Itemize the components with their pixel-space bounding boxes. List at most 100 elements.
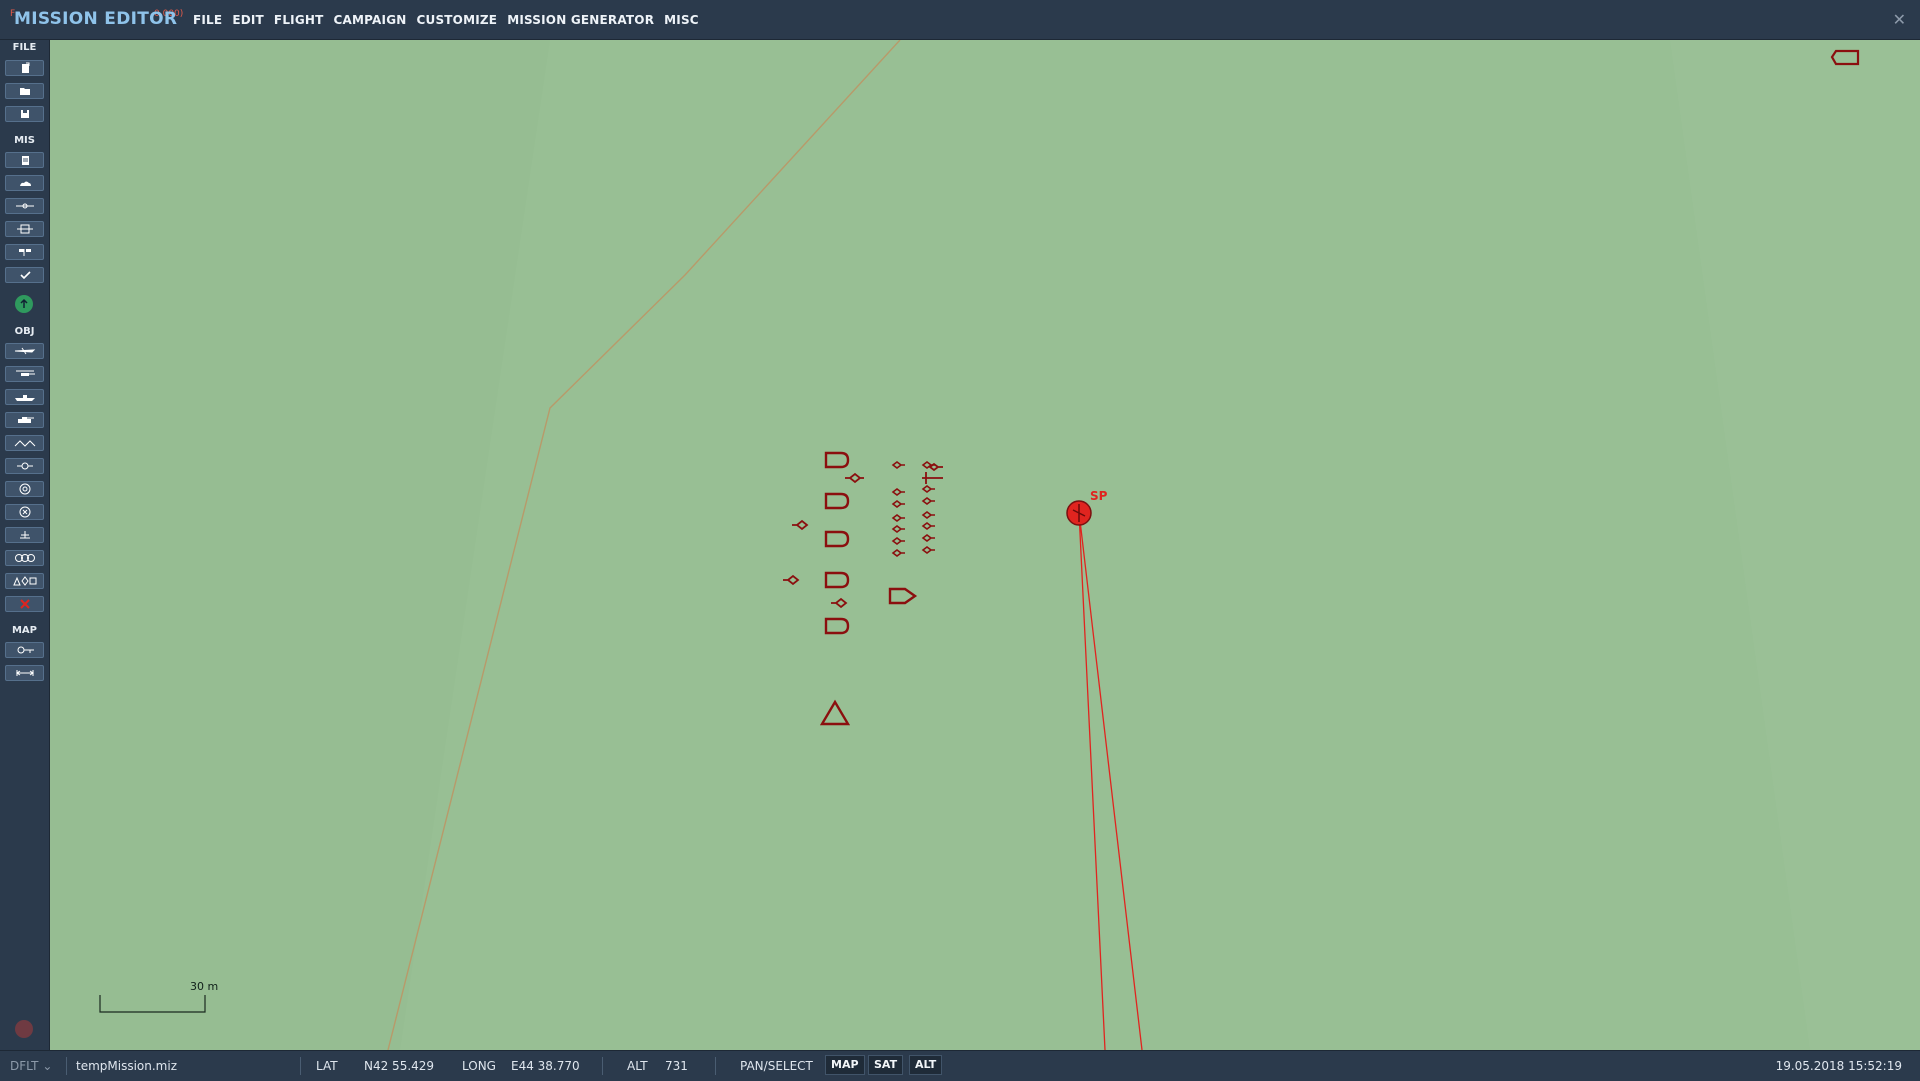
- route-line: [1078, 511, 1143, 1050]
- static-object-button[interactable]: [5, 435, 44, 451]
- trigger-zone-icon: [16, 462, 33, 470]
- route-button[interactable]: [15, 295, 33, 313]
- ruler-button[interactable]: [5, 665, 44, 681]
- map-mode-button[interactable]: MAP: [825, 1055, 865, 1075]
- delete-icon: [19, 599, 30, 609]
- exit-icon[interactable]: [15, 1020, 33, 1038]
- new-mission-button[interactable]: [5, 60, 44, 76]
- map-options-icon: [17, 646, 34, 654]
- profile-value: DFLT: [10, 1059, 39, 1073]
- vehicle-button[interactable]: [5, 412, 44, 428]
- navigation-point-button[interactable]: [5, 504, 44, 520]
- shapes-button[interactable]: [5, 573, 44, 589]
- mode-label: PAN/SELECT: [740, 1059, 813, 1073]
- menu-customize[interactable]: CUSTOMIZE: [417, 13, 498, 27]
- save-mission-button[interactable]: [5, 106, 44, 122]
- chevron-down-icon: ⌄: [42, 1059, 53, 1073]
- resources-button[interactable]: [5, 221, 44, 237]
- weather-button[interactable]: [5, 175, 44, 191]
- delete-button[interactable]: [5, 596, 44, 612]
- start-point-label: SP: [1090, 489, 1108, 503]
- alt-value: 731: [665, 1059, 688, 1073]
- terrain-shade-left: [50, 40, 550, 1050]
- status-bar: DFLT ⌄ tempMission.miz LAT N42 55.429 LO…: [0, 1050, 1920, 1081]
- template-icon: [19, 531, 30, 539]
- vehicle-unit-icon[interactable]: [824, 530, 850, 548]
- static-object-icon: [14, 440, 35, 447]
- vehicle-icon: [17, 417, 34, 423]
- start-point-waypoint[interactable]: [1066, 500, 1092, 526]
- lat-value: N42 55.429: [364, 1059, 435, 1073]
- map-options-button[interactable]: [5, 642, 44, 658]
- triggered-actions-icon: [15, 203, 34, 209]
- unit-group: [819, 451, 918, 726]
- goals-button[interactable]: [5, 244, 44, 260]
- divider: [602, 1057, 603, 1075]
- lat-label: LAT: [316, 1059, 338, 1073]
- section-mis-label: MIS: [14, 135, 35, 146]
- menu-edit[interactable]: EDIT: [232, 13, 264, 27]
- section-file-label: FILE: [12, 42, 37, 53]
- long-value: E44 38.770: [511, 1059, 580, 1073]
- menu-misc[interactable]: MISC: [664, 13, 699, 27]
- terrain-shade-right: [1670, 40, 1920, 1050]
- open-mission-button[interactable]: [5, 83, 44, 99]
- vehicle-unit-icon[interactable]: [824, 571, 850, 589]
- airplane-button[interactable]: [5, 343, 44, 359]
- left-toolbar: FILE MIS OBJ MAP: [0, 40, 50, 1050]
- shapes-icon: [12, 576, 36, 586]
- infantry-icon[interactable]: [831, 597, 848, 609]
- helicopter-button[interactable]: [5, 366, 44, 382]
- open-mission-icon: [19, 88, 30, 95]
- section-obj-label: OBJ: [14, 326, 35, 337]
- infantry-column-right: [921, 461, 935, 554]
- alt-mode-button[interactable]: ALT: [909, 1055, 943, 1075]
- date-time: 19.05.2018 15:52:19: [1775, 1059, 1902, 1073]
- infantry-column-left: [891, 461, 905, 557]
- vehicle-unit-icon[interactable]: [824, 451, 850, 469]
- trigger-zone-button[interactable]: [5, 458, 44, 474]
- vehicle-unit-icon[interactable]: [824, 492, 850, 510]
- checklist-button[interactable]: [5, 267, 44, 283]
- infantry-markers: [783, 462, 943, 609]
- navigation-point-icon: [19, 506, 30, 518]
- menu-bar: F 0.000) MISSION EDITOR FILE EDIT FLIGHT…: [0, 0, 1920, 40]
- vehicle-unit-icon[interactable]: [824, 617, 850, 635]
- section-map-label: MAP: [11, 625, 38, 636]
- divider: [300, 1057, 301, 1075]
- map-overlay: [50, 40, 1920, 1050]
- new-mission-icon: [21, 62, 29, 73]
- unit-group-icon: [14, 554, 35, 562]
- vehicle-unit-icon[interactable]: [888, 587, 918, 605]
- ruler-icon: [15, 670, 34, 676]
- map-view[interactable]: 30 m SP: [50, 40, 1920, 1050]
- resources-icon: [16, 224, 33, 234]
- profile-dropdown[interactable]: DFLT ⌄: [10, 1059, 52, 1073]
- briefing-icon: [21, 156, 29, 165]
- ship-button[interactable]: [5, 389, 44, 405]
- airplane-icon: [14, 347, 35, 355]
- menu-mission-generator[interactable]: MISSION GENERATOR: [507, 13, 654, 27]
- template-button[interactable]: [5, 527, 44, 543]
- sat-mode-button[interactable]: SAT: [868, 1055, 904, 1075]
- target-button[interactable]: [5, 481, 44, 497]
- triggered-actions-button[interactable]: [5, 198, 44, 214]
- menu-file[interactable]: FILE: [193, 13, 222, 27]
- save-mission-icon: [20, 110, 29, 118]
- helicopter-icon: [15, 370, 35, 376]
- menu-flight[interactable]: FLIGHT: [274, 13, 324, 27]
- infantry-icon[interactable]: [845, 472, 864, 484]
- unit-group-button[interactable]: [5, 550, 44, 566]
- main-menu: FILE EDIT FLIGHT CAMPAIGN CUSTOMIZE MISS…: [193, 0, 709, 39]
- scale-label: 30 m: [190, 980, 219, 993]
- menu-campaign[interactable]: CAMPAIGN: [334, 13, 407, 27]
- infantry-icon[interactable]: [783, 574, 800, 586]
- infantry-icon[interactable]: [792, 519, 809, 531]
- ship-icon: [14, 395, 35, 401]
- briefing-button[interactable]: [5, 152, 44, 168]
- app-title: MISSION EDITOR: [14, 9, 178, 29]
- sam-unit-icon[interactable]: [819, 699, 851, 726]
- arrow-up-icon: [20, 298, 28, 308]
- close-icon[interactable]: ✕: [1893, 10, 1906, 29]
- alt-label: ALT: [627, 1059, 648, 1073]
